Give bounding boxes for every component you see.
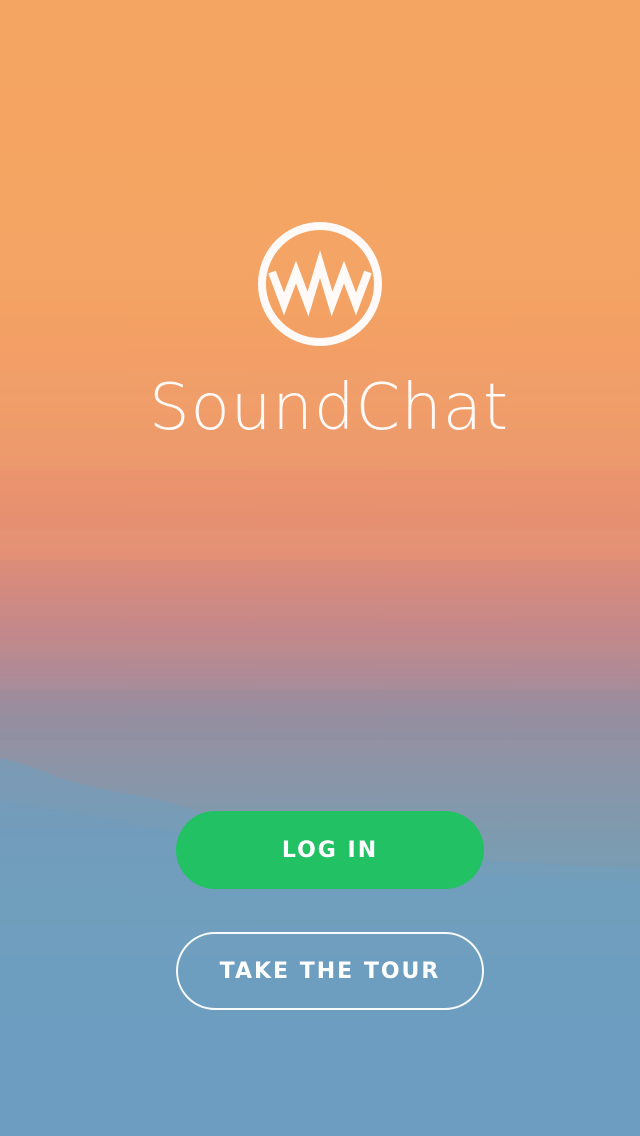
sky-haze-band	[0, 690, 640, 740]
brand-block: SoundChat	[0, 220, 640, 446]
take-tour-button[interactable]: TAKE THE TOUR	[176, 932, 484, 1010]
app-title: SoundChat	[148, 371, 510, 445]
login-button[interactable]: LOG IN	[176, 811, 484, 889]
sky-haze-band	[0, 470, 640, 530]
soundwave-logo-icon	[258, 222, 382, 346]
welcome-screen: SoundChat LOG IN TAKE THE TOUR	[0, 0, 640, 1136]
login-button-label: LOG IN	[281, 837, 379, 863]
take-tour-button-label: TAKE THE TOUR	[219, 958, 441, 984]
sky-haze-band	[0, 560, 640, 640]
